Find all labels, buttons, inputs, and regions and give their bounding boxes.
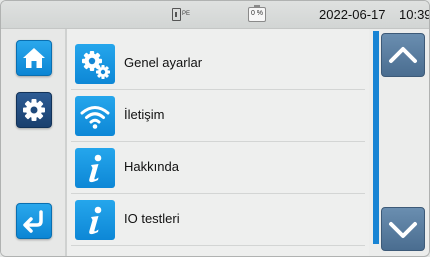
connection-label: PE [182, 11, 191, 17]
status-bar: PE 0 % 2022-06-17 10:39 [1, 1, 429, 29]
scrollbar[interactable] [373, 31, 379, 244]
menu-item-about[interactable]: Hakkında [71, 142, 365, 194]
battery-icon: 0 % [248, 5, 266, 22]
menu-item-general-settings[interactable]: Genel ayarlar [71, 38, 365, 90]
date-display: 2022-06-17 [319, 7, 386, 22]
left-panel [1, 29, 67, 256]
info-icon [75, 148, 115, 188]
menu-item-label: Genel ayarlar [124, 55, 203, 70]
scroll-controls [371, 29, 429, 256]
menu-item-label: Hakkında [124, 159, 179, 174]
gears-icon [75, 44, 115, 84]
settings-button[interactable] [16, 92, 52, 128]
chevron-up-icon [389, 47, 417, 63]
info-icon [75, 200, 115, 240]
menu-item-io-tests[interactable]: IO testleri [71, 194, 365, 246]
back-button[interactable] [16, 203, 52, 239]
return-arrow-icon [23, 210, 43, 233]
scroll-down-button[interactable] [381, 207, 425, 251]
menu-item-communication[interactable]: İletişim [71, 90, 365, 142]
scroll-up-button[interactable] [381, 33, 425, 77]
battery-percent: 0 % [250, 10, 264, 17]
plug-pe-icon: PE [171, 7, 193, 23]
wifi-icon [75, 96, 115, 136]
home-button[interactable] [16, 40, 52, 76]
chevron-down-icon [389, 222, 417, 238]
home-icon [23, 48, 45, 68]
gear-icon [23, 99, 45, 121]
menu-item-label: IO testleri [124, 211, 180, 226]
time-display: 10:39 [399, 7, 430, 22]
menu-item-label: İletişim [124, 107, 165, 122]
settings-menu-list: Genel ayarlar İletişim Hakkında IO testl… [67, 29, 369, 256]
screen: PE 0 % 2022-06-17 10:39 Genel ayarlar İl… [0, 0, 430, 257]
